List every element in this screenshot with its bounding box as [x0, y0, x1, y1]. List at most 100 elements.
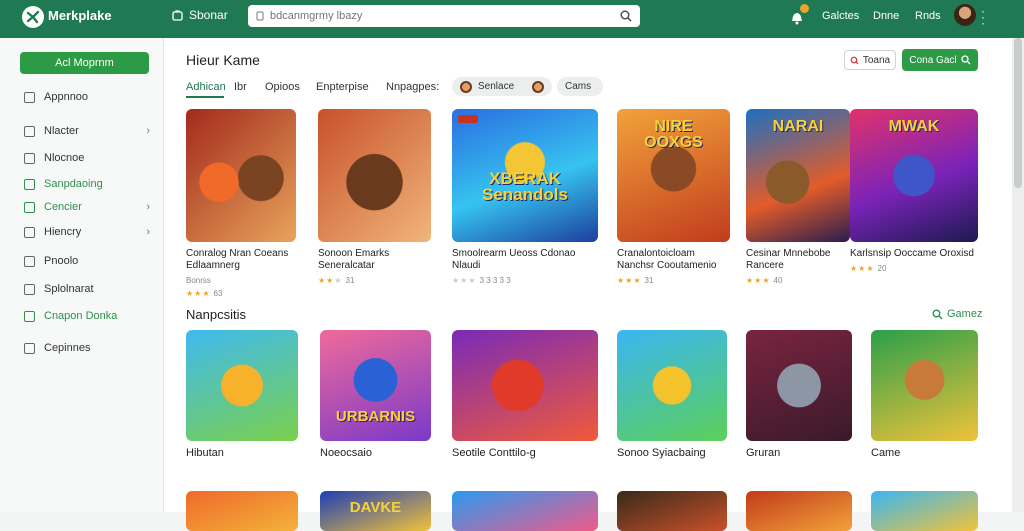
card-title: Sonoo Syiacbaing — [617, 447, 706, 459]
rating-value: 31 — [644, 276, 654, 285]
sidebar-item[interactable]: Splolnarat — [24, 283, 150, 295]
primary-action-button[interactable]: Cona Gacl — [902, 49, 978, 71]
sidebar-item[interactable]: Cepinnes — [24, 342, 150, 354]
game-thumbnail[interactable] — [186, 330, 298, 441]
game-card[interactable]: Sonoo Syiacbaing — [617, 330, 727, 459]
tab-1[interactable]: Adhican — [186, 81, 226, 93]
star-icon: ★ — [754, 276, 762, 285]
sidebar-item-label: Cencier — [44, 201, 82, 213]
filter-chip-1[interactable]: Senlace — [452, 77, 552, 96]
more-menu-icon[interactable]: · · · — [981, 5, 985, 29]
game-thumbnail[interactable] — [746, 491, 852, 531]
chevron-right-icon: › — [146, 201, 150, 213]
game-card[interactable] — [452, 491, 598, 531]
search-icon — [960, 55, 971, 65]
star-icon: ★ — [850, 264, 858, 273]
section-title: Nanpcsitis — [186, 307, 246, 322]
sidebar-item-label: Sanpdaoing — [44, 178, 103, 190]
sidebar-item-label: Cnapon Donka — [44, 310, 118, 322]
sidebar-item[interactable]: Hiencry › — [24, 226, 150, 238]
game-card[interactable] — [746, 491, 852, 531]
featured-card[interactable]: NARAI Cesinar Mnnebobe Rancere ★ ★ ★ 40 — [746, 109, 850, 285]
search-icon[interactable] — [620, 10, 632, 22]
sidebar-item[interactable]: Nlocnoe — [24, 152, 150, 164]
game-thumbnail[interactable]: MWAK — [850, 109, 978, 242]
menu-item-icon — [24, 201, 35, 213]
game-thumbnail[interactable] — [452, 491, 598, 531]
game-card[interactable]: URBARNIS Noeocsaio — [320, 330, 431, 459]
nav-item-2[interactable]: Dnne — [873, 10, 899, 22]
chevron-right-icon: › — [146, 125, 150, 137]
tab-5[interactable]: Nnpagpes: — [386, 81, 439, 93]
featured-card[interactable]: Conralog Nran Coeans Edlaamnerg Bonrss ★ ★ ★… — [186, 109, 296, 298]
filter-chip-2[interactable]: Cams — [557, 77, 603, 96]
game-thumbnail[interactable] — [186, 491, 298, 531]
sidebar-item-label: Cepinnes — [44, 342, 91, 354]
card-meta: Bonrss — [186, 276, 211, 285]
game-thumbnail[interactable]: NIRE OOXGS — [617, 109, 730, 242]
sidebar-item[interactable]: Cencier › — [24, 201, 150, 213]
sidebar-item[interactable]: Pnoolo — [24, 255, 150, 267]
card-title: Smoolrearm Ueoss Cdonao Nlaudi — [452, 248, 576, 271]
store-icon — [172, 9, 183, 21]
game-card[interactable]: Gruran — [746, 330, 852, 459]
card-title: Karlsnsip Ooccame Oroxisd — [850, 248, 974, 259]
top-bar: Merkplake Sbonar Galctes Dnne Rnds ··· — [0, 0, 1024, 38]
sidebar-item-label: Nlocnoe — [44, 152, 85, 164]
game-card[interactable] — [186, 491, 298, 531]
game-card[interactable]: Came — [871, 330, 978, 459]
chevron-right-icon: › — [146, 226, 150, 238]
game-card[interactable]: Seotile Conttilo-g — [452, 330, 598, 459]
thumbnail-badge — [458, 115, 478, 123]
game-thumbnail[interactable]: XBERAK Senandols — [452, 109, 598, 242]
game-thumbnail[interactable] — [871, 330, 978, 441]
game-thumbnail[interactable]: NARAI — [746, 109, 850, 242]
game-card[interactable] — [871, 491, 978, 531]
game-thumbnail[interactable]: URBARNIS — [320, 330, 431, 441]
game-card[interactable]: DAVKE — [320, 491, 431, 531]
game-card[interactable] — [617, 491, 727, 531]
featured-card[interactable]: Sonoon Emarks Seneralcatar ★ ★ ★ 31 — [318, 109, 431, 285]
thumbnail-art-text: URBARNIS — [335, 408, 416, 425]
secondary-action-button[interactable]: Toana — [844, 50, 896, 70]
card-title: Conralog Nran Coeans Edlaamnerg — [186, 248, 289, 271]
sidebar-item[interactable]: Sanpdaoing — [24, 178, 150, 190]
nav-item-3[interactable]: Rnds — [915, 10, 941, 22]
tab-2[interactable]: Ibr — [234, 81, 247, 93]
sidebar-item[interactable]: Nlacter › — [24, 125, 150, 137]
game-thumbnail[interactable] — [617, 330, 727, 441]
game-card[interactable]: Hibutan — [186, 330, 298, 459]
nav-item-1[interactable]: Galctes — [822, 10, 859, 22]
search-bar[interactable] — [248, 5, 640, 27]
search-input[interactable] — [270, 10, 614, 22]
sidebar-item[interactable]: Appnnoo — [24, 91, 150, 103]
avatar[interactable] — [954, 4, 976, 26]
star-icon: ★ — [625, 276, 633, 285]
see-more-link[interactable]: Gamez — [932, 308, 982, 320]
sidebar-primary-button[interactable]: Acl Moprnm — [20, 52, 149, 74]
star-icon: ★ — [186, 289, 194, 298]
menu-item-icon — [24, 91, 35, 103]
game-thumbnail[interactable]: DAVKE — [320, 491, 431, 531]
tab-3[interactable]: Opioos — [265, 81, 300, 93]
game-thumbnail[interactable] — [452, 330, 598, 441]
scrollbar[interactable] — [1012, 38, 1024, 512]
star-icon: ★ — [460, 276, 468, 285]
tab-4[interactable]: Enpterpise — [316, 81, 369, 93]
game-thumbnail[interactable] — [617, 491, 727, 531]
featured-card[interactable]: NIRE OOXGS Cranalontoicloam Nanchsr Coout… — [617, 109, 730, 285]
logo-icon[interactable] — [22, 6, 44, 28]
star-icon: ★ — [762, 276, 770, 285]
rating-value: 31 — [345, 276, 355, 285]
sidebar-item[interactable]: Cnapon Donka — [24, 310, 150, 322]
featured-card[interactable]: XBERAK Senandols Smoolrearm Ueoss Cdonao … — [452, 109, 598, 285]
rating-value: 3 3 3 3 3 — [479, 276, 511, 285]
featured-card[interactable]: MWAK Karlsnsip Ooccame Oroxisd ★ ★ ★ 20 — [850, 109, 978, 273]
game-thumbnail[interactable] — [318, 109, 431, 242]
store-link[interactable]: Sbonar — [172, 8, 228, 22]
game-thumbnail[interactable] — [746, 330, 852, 441]
card-title: Came — [871, 447, 901, 459]
scrollbar-thumb[interactable] — [1014, 38, 1022, 188]
game-thumbnail[interactable] — [871, 491, 978, 531]
game-thumbnail[interactable] — [186, 109, 296, 242]
